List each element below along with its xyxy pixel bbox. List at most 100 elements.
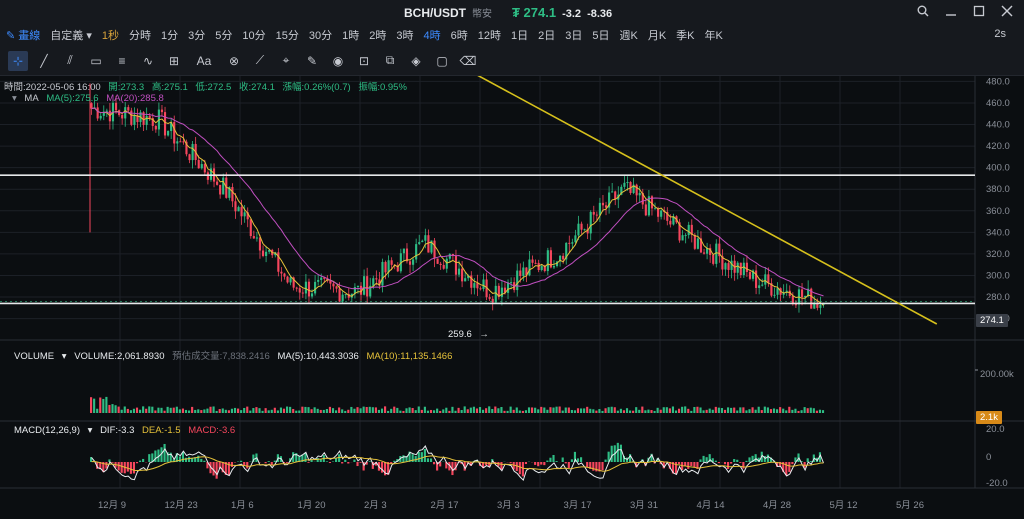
volume-bar xyxy=(169,407,172,413)
ruler-icon[interactable]: ⌖ xyxy=(276,51,296,71)
interval-5m[interactable]: 5分 xyxy=(215,27,232,43)
interval-1h[interactable]: 1時 xyxy=(342,27,359,43)
volume-bar xyxy=(426,410,430,413)
volume-bar xyxy=(362,406,365,413)
macd-bar xyxy=(610,445,613,462)
volume-bar xyxy=(240,410,243,413)
delete-icon[interactable]: ⌫ xyxy=(458,51,478,71)
interval-1d[interactable]: 1日 xyxy=(511,27,528,43)
custom-interval-dropdown[interactable]: 自定義 ▾ xyxy=(50,27,92,43)
copy-icon[interactable]: ⧉ xyxy=(380,51,400,71)
volume-bar xyxy=(270,409,273,413)
macd-bar xyxy=(417,451,420,462)
macd-bar xyxy=(142,458,145,462)
interval-3m[interactable]: 3分 xyxy=(188,27,205,43)
interval-1s[interactable]: 1秒 xyxy=(102,27,119,43)
volume-bar xyxy=(766,407,769,413)
color-icon[interactable]: ◈ xyxy=(406,51,426,71)
interval-2d[interactable]: 2日 xyxy=(538,27,555,43)
interval-1m[interactable]: 1分 xyxy=(161,27,178,43)
interval-12h[interactable]: 12時 xyxy=(478,27,501,43)
interval-10m[interactable]: 10分 xyxy=(242,27,265,43)
maximize-icon[interactable] xyxy=(972,4,986,18)
text-icon[interactable]: Aa xyxy=(190,51,218,71)
macd-bar xyxy=(344,459,347,462)
hlines-icon[interactable]: ≡ xyxy=(112,51,132,71)
volume-bar xyxy=(129,410,132,413)
volume-bar xyxy=(292,408,295,413)
volume-bar xyxy=(665,407,668,413)
interval-quarter[interactable]: 季K xyxy=(676,27,694,43)
position-icon[interactable]: ⊞ xyxy=(164,51,184,71)
macd-bar xyxy=(580,457,583,462)
candle-body xyxy=(800,289,804,298)
candle-body xyxy=(635,184,638,196)
macd-bar xyxy=(426,458,430,462)
macd-bar xyxy=(714,460,717,462)
ohlc-high: 高:275.1 xyxy=(151,82,188,93)
macd-bar xyxy=(518,462,521,475)
macd-bar xyxy=(742,462,745,469)
interval-4h[interactable]: 4時 xyxy=(423,27,440,43)
candle-body xyxy=(255,237,258,239)
volume-bar xyxy=(638,409,641,413)
interval-week[interactable]: 週K xyxy=(619,27,637,43)
volume-bar xyxy=(301,406,304,413)
interval-5d[interactable]: 5日 xyxy=(592,27,609,43)
minimize-icon[interactable] xyxy=(944,4,958,18)
interval-3d[interactable]: 3日 xyxy=(565,27,582,43)
rect-icon[interactable]: ▭ xyxy=(86,51,106,71)
interval-6h[interactable]: 6時 xyxy=(451,27,468,43)
channel-icon[interactable]: ⫽ xyxy=(60,51,80,71)
candle-body xyxy=(681,235,684,241)
line-icon[interactable]: ╱ xyxy=(34,51,54,71)
volume-bar xyxy=(454,410,457,413)
volume-bar xyxy=(622,410,626,413)
pencil-icon[interactable]: ✎ xyxy=(302,51,322,71)
volume-bar xyxy=(809,407,812,413)
macd-name: MACD(12,26,9) xyxy=(14,425,80,436)
volume-bar xyxy=(200,410,203,413)
macd-bar xyxy=(429,458,433,462)
chart-area[interactable]: 480.0 460.0 440.0 420.0 400.0 380.0 360.0 340.0… xyxy=(0,76,1024,519)
candle-body xyxy=(249,219,252,237)
volume-bar xyxy=(261,410,264,413)
candle-body xyxy=(252,236,255,239)
candle-body xyxy=(623,182,626,187)
interval-timeline[interactable]: 分時 xyxy=(129,27,151,43)
interval-month[interactable]: 月K xyxy=(648,27,666,43)
interval-30m[interactable]: 30分 xyxy=(309,27,332,43)
candle-body xyxy=(375,278,378,280)
refresh-rate[interactable]: 2s xyxy=(994,28,1006,40)
style-icon[interactable]: ▢ xyxy=(432,51,452,71)
wave-icon[interactable]: ∿ xyxy=(138,51,158,71)
volume-bar xyxy=(420,409,423,413)
candle-body xyxy=(258,237,262,251)
interval-15m[interactable]: 15分 xyxy=(276,27,299,43)
macd-bar xyxy=(246,462,249,469)
volume-bar xyxy=(411,408,414,413)
measure-icon[interactable]: ⟋ xyxy=(250,51,270,71)
search-icon[interactable] xyxy=(916,4,930,18)
interval-3h[interactable]: 3時 xyxy=(396,27,413,43)
volume-bar xyxy=(166,406,169,413)
macd-bar xyxy=(307,462,310,463)
candle-body xyxy=(121,114,124,119)
candlestick-chart[interactable]: 480.0 460.0 440.0 420.0 400.0 380.0 360.0 340.0… xyxy=(0,76,1024,519)
magnet-icon[interactable]: ⊗ xyxy=(224,51,244,71)
interval-year[interactable]: 年K xyxy=(705,27,723,43)
lock-icon[interactable]: ⊡ xyxy=(354,51,374,71)
candle-body xyxy=(546,250,549,272)
volume-bar xyxy=(613,407,616,413)
eye-icon[interactable]: ◉ xyxy=(328,51,348,71)
volume-bar xyxy=(218,409,221,413)
draw-button[interactable]: ✎ 畫線 xyxy=(6,27,40,43)
interval-2h[interactable]: 2時 xyxy=(369,27,386,43)
cursor-icon[interactable]: ⊹ xyxy=(8,50,28,71)
candle-body xyxy=(454,255,458,275)
candle-body xyxy=(491,298,494,303)
volume-bar xyxy=(763,406,766,413)
pair-name[interactable]: BCH/USDT xyxy=(404,6,466,20)
close-icon[interactable] xyxy=(1000,4,1014,18)
macd-bar xyxy=(745,460,748,462)
